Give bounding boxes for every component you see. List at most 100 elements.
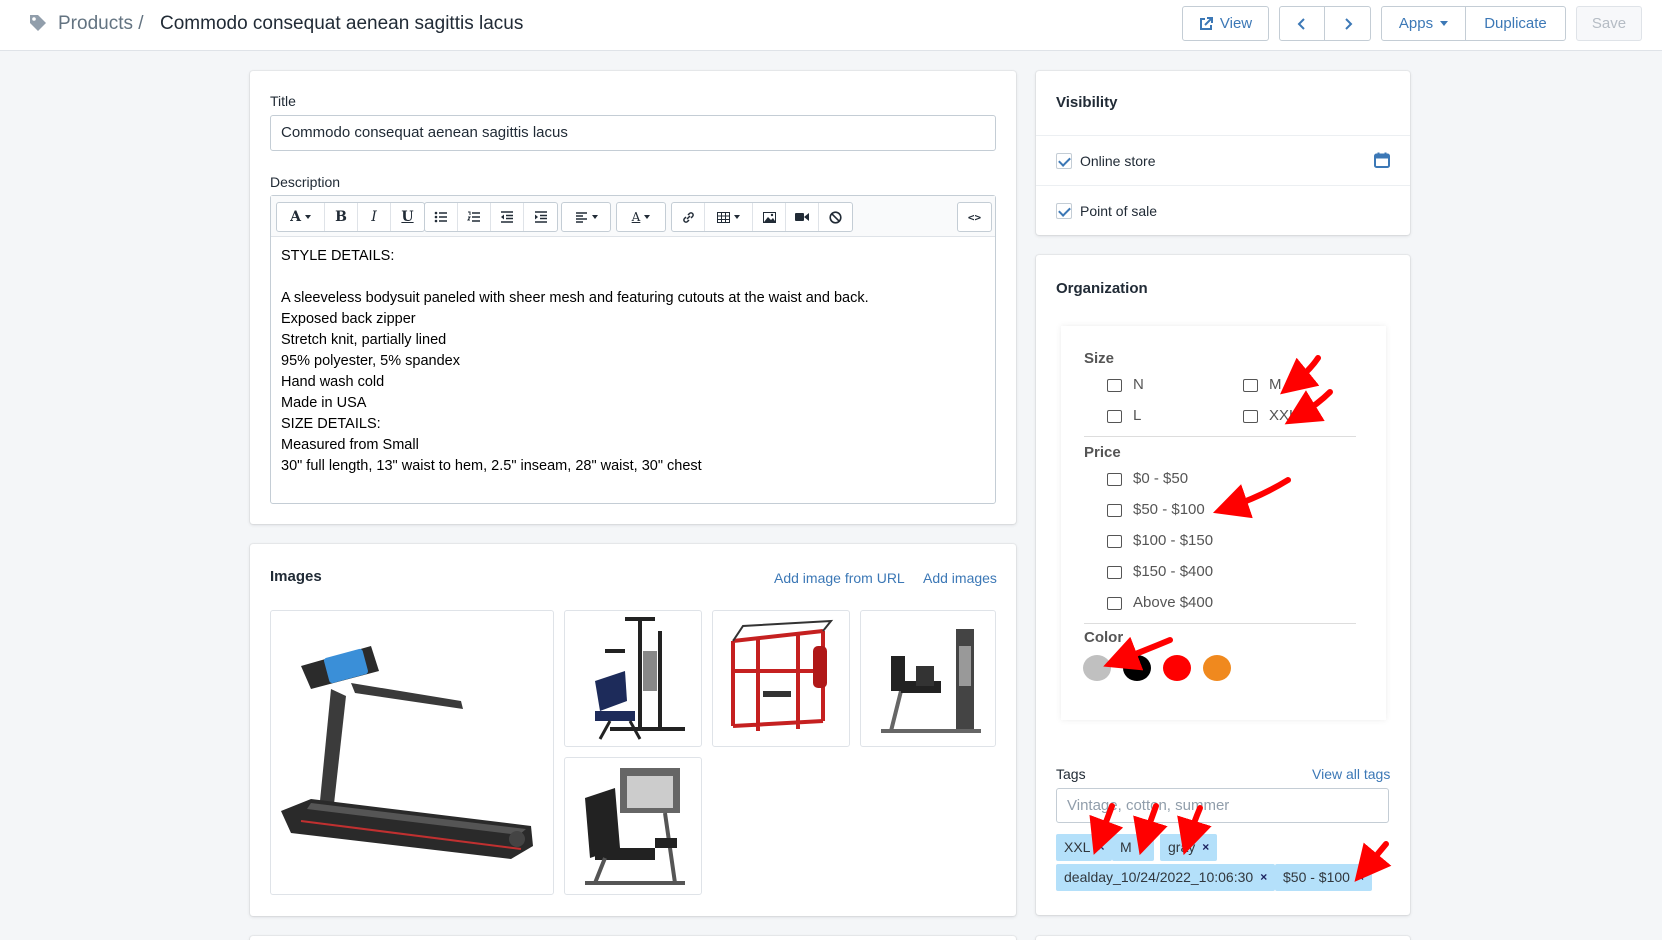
- code-view-group: <>: [957, 202, 992, 232]
- text-color-button[interactable]: A: [617, 203, 665, 231]
- clear-format-button[interactable]: [819, 203, 852, 231]
- text-color-icon: A: [631, 210, 641, 224]
- chevron-left-icon: [1297, 17, 1305, 30]
- tag-label: gray: [1168, 839, 1196, 855]
- size-m-checkbox[interactable]: [1243, 379, 1258, 392]
- product-image-treadmill[interactable]: [270, 610, 554, 895]
- product-image-rig-station[interactable]: [712, 610, 850, 747]
- caret-down-icon: [644, 215, 651, 219]
- price-checkbox[interactable]: [1107, 473, 1122, 486]
- font-style-button[interactable]: A: [277, 203, 325, 231]
- title-label: Title: [270, 93, 296, 109]
- images-title: Images: [270, 568, 322, 585]
- divider: [1036, 185, 1410, 186]
- previous-product-button[interactable]: [1279, 6, 1325, 41]
- link-button[interactable]: [672, 203, 705, 231]
- size-option-label: M: [1269, 376, 1282, 393]
- remove-tag-icon[interactable]: ×: [1097, 834, 1104, 861]
- bold-button[interactable]: B: [325, 203, 358, 231]
- price-checkbox[interactable]: [1107, 504, 1122, 517]
- product-image-hip-machine[interactable]: [860, 610, 996, 747]
- view-all-tags-link[interactable]: View all tags: [1312, 766, 1390, 782]
- caret-down-icon: [734, 215, 740, 219]
- description-blank-line: [281, 267, 981, 288]
- code-view-button[interactable]: <>: [958, 203, 991, 231]
- clear-format-icon: [829, 210, 842, 224]
- table-button[interactable]: [705, 203, 753, 231]
- bullet-list-icon: [434, 211, 447, 223]
- tag-icon: [30, 15, 46, 31]
- list-group: [424, 202, 558, 232]
- description-line: Measured from Small: [281, 437, 419, 453]
- outdent-button[interactable]: [491, 203, 524, 231]
- divider: [1036, 135, 1410, 136]
- tags-input[interactable]: Vintage, cotton, summer: [1056, 788, 1389, 823]
- indent-button[interactable]: [524, 203, 557, 231]
- view-button-label: View: [1219, 15, 1253, 32]
- insert-video-button[interactable]: [786, 203, 819, 231]
- remove-tag-icon[interactable]: ×: [1202, 834, 1209, 861]
- indent-icon: [534, 211, 547, 223]
- product-image-leg-extension[interactable]: [564, 757, 702, 895]
- add-image-from-url-link[interactable]: Add image from URL: [774, 570, 905, 586]
- calendar-icon[interactable]: [1374, 152, 1390, 168]
- price-checkbox[interactable]: [1107, 535, 1122, 548]
- size-l-checkbox[interactable]: [1107, 410, 1122, 423]
- price-checkbox[interactable]: [1107, 597, 1122, 610]
- tag-label: $50 - $100: [1283, 869, 1350, 885]
- next-product-button[interactable]: [1324, 6, 1371, 41]
- apps-dropdown-button[interactable]: Apps: [1381, 6, 1466, 41]
- filter-panel: Size N M L XXL Price $0 - $50 $50 - $100…: [1061, 326, 1386, 720]
- description-line: STYLE DETAILS:: [281, 248, 395, 264]
- table-icon: [717, 211, 730, 223]
- description-line: Exposed back zipper: [281, 311, 416, 327]
- description-editor: A B I U A <> STYLE DETAILS: A sleeveless…: [270, 195, 996, 504]
- tag-chip: XXL ×: [1056, 834, 1113, 861]
- align-button[interactable]: [562, 203, 610, 231]
- add-images-link[interactable]: Add images: [923, 570, 997, 586]
- remove-tag-icon[interactable]: ×: [1260, 864, 1267, 891]
- description-line: A sleeveless bodysuit paneled with sheer…: [281, 290, 869, 306]
- breadcrumb-products-link[interactable]: Products /: [58, 13, 144, 35]
- size-option-label: L: [1133, 407, 1142, 424]
- online-store-checkbox[interactable]: [1056, 153, 1072, 169]
- product-image-home-gym[interactable]: [564, 610, 702, 747]
- top-bar: Products / Commodo consequat aenean sagi…: [0, 0, 1662, 51]
- color-swatch-red[interactable]: [1163, 655, 1191, 681]
- product-details-card: Title Commodo consequat aenean sagittis …: [250, 71, 1016, 524]
- tag-chip: $50 - $100 ×: [1275, 864, 1372, 891]
- tag-chip: gray ×: [1160, 834, 1218, 861]
- numbered-list-icon: [467, 211, 480, 222]
- bullet-list-button[interactable]: [425, 203, 458, 231]
- point-of-sale-label: Point of sale: [1080, 203, 1158, 219]
- color-swatch-orange[interactable]: [1203, 655, 1231, 681]
- color-swatch-gray[interactable]: [1083, 655, 1111, 681]
- underline-button[interactable]: U: [391, 203, 424, 231]
- online-store-label: Online store: [1080, 153, 1156, 169]
- insert-image-button[interactable]: [753, 203, 786, 231]
- italic-button[interactable]: I: [358, 203, 391, 231]
- price-option-label: $150 - $400: [1133, 563, 1214, 580]
- size-xxl-checkbox[interactable]: [1243, 410, 1258, 423]
- color-swatch-black[interactable]: [1123, 655, 1151, 681]
- save-button-label: Save: [1591, 15, 1627, 32]
- tag-label: XXL: [1064, 839, 1091, 855]
- point-of-sale-checkbox[interactable]: [1056, 203, 1072, 219]
- image-icon: [762, 211, 776, 223]
- title-input[interactable]: Commodo consequat aenean sagittis lacus: [270, 115, 996, 151]
- visibility-title: Visibility: [1056, 94, 1118, 111]
- description-text-area[interactable]: STYLE DETAILS: A sleeveless bodysuit pan…: [281, 246, 981, 477]
- italic-icon: I: [371, 209, 377, 225]
- numbered-list-button[interactable]: [458, 203, 491, 231]
- remove-tag-icon[interactable]: ×: [1357, 864, 1364, 891]
- video-icon: [795, 213, 809, 221]
- view-button[interactable]: View: [1182, 6, 1269, 41]
- save-button[interactable]: Save: [1576, 6, 1642, 41]
- size-n-checkbox[interactable]: [1107, 379, 1122, 392]
- insert-group: [671, 202, 853, 232]
- caret-down-icon: [304, 215, 311, 219]
- duplicate-button[interactable]: Duplicate: [1465, 6, 1566, 41]
- font-icon: A: [290, 209, 301, 225]
- remove-tag-icon[interactable]: ×: [1139, 834, 1146, 861]
- price-checkbox[interactable]: [1107, 566, 1122, 579]
